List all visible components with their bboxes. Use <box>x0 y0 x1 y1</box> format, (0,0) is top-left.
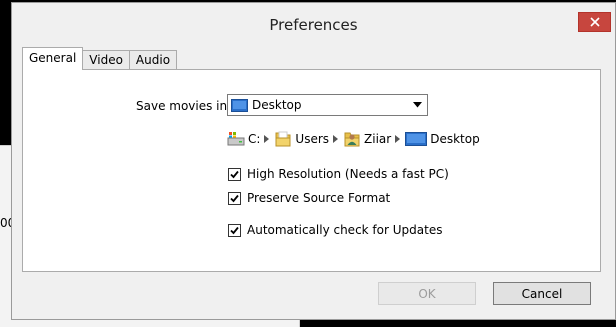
checkmark-icon <box>230 226 239 234</box>
ok-button[interactable]: OK <box>378 282 476 305</box>
close-button[interactable] <box>578 12 611 32</box>
preserve-source-checkbox[interactable] <box>228 191 241 205</box>
chevron-right-icon <box>264 135 270 143</box>
option-auto-update[interactable]: Automatically check for Updates <box>228 223 442 237</box>
user-folder-icon <box>344 132 360 147</box>
path-breadcrumb: C: Users Ziiar Desktop <box>227 128 480 150</box>
breadcrumb-users-label: Users <box>295 132 330 146</box>
save-location-value: Desktop <box>252 98 302 112</box>
option-preserve-source[interactable]: Preserve Source Format <box>228 191 390 205</box>
breadcrumb-user[interactable]: Ziiar <box>343 130 391 148</box>
checkmark-icon <box>230 194 239 202</box>
tab-general[interactable]: General <box>22 47 84 70</box>
option-high-resolution[interactable]: High Resolution (Needs a fast PC) <box>228 167 449 181</box>
auto-update-checkbox[interactable] <box>228 223 241 237</box>
checkmark-icon <box>230 170 239 178</box>
breadcrumb-desktop[interactable]: Desktop <box>405 131 480 147</box>
breadcrumb-desktop-label: Desktop <box>430 132 480 146</box>
cancel-button[interactable]: Cancel <box>493 282 591 305</box>
tab-video[interactable]: Video <box>82 50 130 70</box>
preserve-source-label: Preserve Source Format <box>247 191 391 205</box>
chevron-right-icon <box>395 135 401 143</box>
desktop-folder-icon <box>231 99 248 112</box>
breadcrumb-user-label: Ziiar <box>364 132 392 146</box>
chevron-right-icon <box>333 135 339 143</box>
high-resolution-checkbox[interactable] <box>228 167 241 181</box>
breadcrumb-users[interactable]: Users <box>274 130 329 148</box>
tab-audio[interactable]: Audio <box>128 50 178 70</box>
breadcrumb-drive-label: C: <box>248 132 261 146</box>
high-resolution-label: High Resolution (Needs a fast PC) <box>247 167 449 181</box>
background-window-bottom <box>0 320 300 327</box>
breadcrumb-drive[interactable]: C: <box>227 130 260 148</box>
save-location-dropdown[interactable]: Desktop <box>227 94 428 116</box>
general-tab-panel: Save movies in: Desktop C: Users Ziiar D… <box>22 69 601 272</box>
auto-update-label: Automatically check for Updates <box>247 223 443 237</box>
title-bar[interactable]: Preferences <box>12 3 615 41</box>
chevron-down-icon <box>413 102 422 108</box>
background-window <box>0 145 11 327</box>
preferences-dialog: Preferences General Video Audio Save mov… <box>11 2 616 320</box>
tab-strip: General Video Audio <box>22 47 178 70</box>
background-divider <box>0 145 11 146</box>
folder-icon <box>275 131 291 147</box>
dialog-body: Preferences General Video Audio Save mov… <box>11 2 616 320</box>
drive-icon <box>227 132 245 146</box>
window-title: Preferences <box>269 16 358 34</box>
desktop-folder-icon <box>405 132 428 146</box>
save-movies-label: Save movies in: <box>136 99 232 113</box>
close-icon <box>589 17 600 27</box>
